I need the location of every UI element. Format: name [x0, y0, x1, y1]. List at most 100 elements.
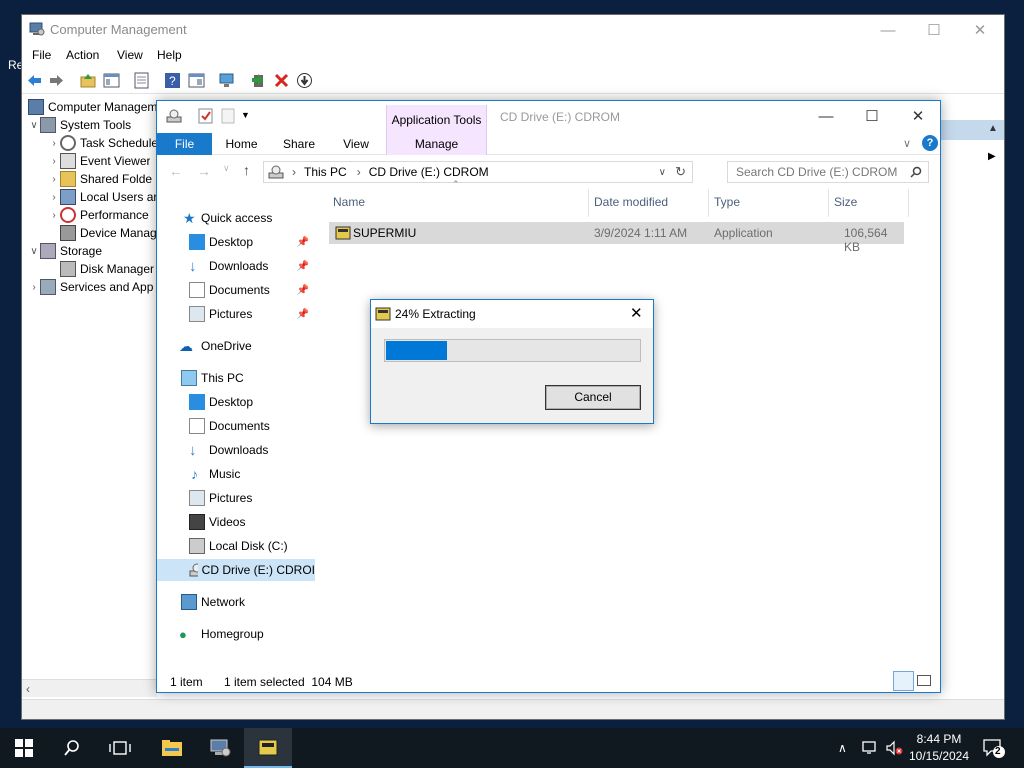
nav-item-qa-desktop[interactable]: Desktop 📌 [157, 231, 315, 253]
menu-file[interactable]: File [32, 48, 51, 62]
menu-help[interactable]: Help [157, 48, 182, 62]
address-dropdown-icon[interactable]: ∨ [659, 167, 666, 178]
tree-item-storage[interactable]: ∨ Storage [28, 242, 102, 260]
chevron-right-icon[interactable]: › [48, 156, 60, 167]
nav-item-qa-pictures[interactable]: Pictures 📌 [157, 303, 315, 325]
nav-item-pc-videos[interactable]: Videos [157, 511, 315, 533]
close-button[interactable]: ✕ [895, 101, 941, 131]
properties-check-icon[interactable] [198, 108, 214, 124]
task-view-button[interactable] [96, 728, 144, 768]
column-header-type[interactable]: Type [714, 195, 740, 209]
new-folder-icon[interactable] [221, 108, 237, 124]
refresh-icon[interactable]: ↻ [675, 164, 686, 180]
nav-item-local-disk[interactable]: Local Disk (C:) [157, 535, 315, 557]
taskbar-installer[interactable] [244, 728, 292, 768]
start-button[interactable] [0, 728, 48, 768]
quick-access-toolbar[interactable]: ▼ Application Tools CD Drive (E:) CDROM … [157, 101, 940, 133]
action-center[interactable]: 2 [982, 728, 1006, 768]
volume-tray[interactable] [885, 728, 903, 768]
tree-item-local-users[interactable]: › Local Users ar [48, 188, 157, 206]
tab-home[interactable]: Home [219, 133, 264, 155]
menu-view[interactable]: View [117, 48, 143, 62]
tree-item-event-viewer[interactable]: › Event Viewer [48, 152, 150, 170]
breadcrumb-this-pc[interactable]: This PC [304, 165, 347, 179]
chevron-right-icon[interactable]: › [48, 138, 60, 149]
search-button[interactable] [48, 728, 96, 768]
close-button[interactable]: ✕ [957, 15, 1003, 45]
back-arrow-icon[interactable] [26, 72, 43, 89]
search-box[interactable]: Search CD Drive (E:) CDROM [727, 161, 929, 183]
nav-item-cd-drive[interactable]: CD Drive (E:) CDROI [157, 559, 315, 581]
chevron-down-icon[interactable]: ∨ [28, 120, 40, 131]
up-icon[interactable]: ↑ [243, 162, 250, 178]
nav-item-onedrive[interactable]: ☁ OneDrive [157, 335, 315, 357]
clock[interactable]: 8:44 PM 10/15/2024 [904, 731, 974, 765]
recent-locations-icon[interactable]: ∨ [223, 163, 230, 174]
large-icons-view-icon[interactable] [917, 675, 931, 686]
tree-item-performance[interactable]: › Performance [48, 206, 149, 224]
chevron-right-icon[interactable]: › [28, 282, 40, 293]
tree-item-disk-management[interactable]: Disk Manager [48, 260, 154, 278]
tree-item-task-scheduler[interactable]: › Task Schedule [48, 134, 158, 152]
help-icon[interactable]: ? [164, 72, 181, 89]
connect-computer-icon[interactable] [218, 72, 235, 89]
pin-icon[interactable]: 📌 [297, 285, 309, 296]
help-icon[interactable]: ? [922, 135, 938, 151]
nav-item-network[interactable]: Network [157, 591, 315, 613]
nav-item-pc-desktop[interactable]: Desktop [157, 391, 315, 413]
nav-item-this-pc[interactable]: This PC [157, 367, 315, 389]
tree-item-services[interactable]: › Services and App [28, 278, 153, 296]
tree-item-computer-management[interactable]: Computer Managem [28, 98, 157, 116]
back-icon[interactable]: ← [169, 163, 183, 179]
properties-icon[interactable] [133, 72, 150, 89]
minimize-button[interactable]: — [803, 101, 849, 131]
close-icon[interactable]: ✕ [630, 304, 643, 322]
search-input[interactable]: Search CD Drive (E:) CDROM [736, 165, 897, 179]
breadcrumb-current[interactable]: CD Drive (E:) CDROM [369, 165, 489, 179]
chevron-right-icon[interactable]: › [48, 210, 60, 221]
expand-ribbon-icon[interactable]: ∨ [903, 137, 911, 150]
maximize-button[interactable]: ☐ [849, 101, 895, 131]
column-header-size[interactable]: Size [834, 195, 857, 209]
nav-item-qa-documents[interactable]: Documents 📌 [157, 279, 315, 301]
chevron-right-icon[interactable]: › [48, 174, 60, 185]
actions-pane-header[interactable]: ▲ [938, 120, 1004, 140]
horizontal-scrollbar[interactable]: ‹ [22, 679, 157, 697]
forward-arrow-icon[interactable] [48, 72, 65, 89]
column-header-name[interactable]: Name [333, 195, 365, 209]
taskbar-computer-management[interactable] [196, 728, 244, 768]
dialog-title-bar[interactable]: 24% Extracting ✕ [371, 300, 653, 328]
menu-action[interactable]: Action [66, 48, 99, 62]
show-hide-icon[interactable] [188, 72, 205, 89]
pin-icon[interactable]: 📌 [297, 261, 309, 272]
chevron-right-icon[interactable]: › [48, 192, 60, 203]
nav-item-pc-music[interactable]: ♪ Music [157, 463, 315, 485]
network-tray[interactable] [861, 728, 879, 768]
new-icon[interactable] [250, 72, 267, 89]
tab-file[interactable]: File [157, 133, 212, 155]
folder-up-icon[interactable] [80, 72, 97, 89]
console-tree-icon[interactable] [103, 72, 120, 89]
pin-icon[interactable]: 📌 [297, 237, 309, 248]
nav-item-homegroup[interactable]: ● Homegroup [157, 623, 315, 645]
pin-icon[interactable]: 📌 [297, 309, 309, 320]
expand-right-icon[interactable]: ▶ [988, 151, 996, 162]
chevron-down-icon[interactable]: ∨ [28, 246, 40, 257]
search-icon[interactable] [910, 166, 922, 178]
show-hidden-icons[interactable]: ∧ [838, 728, 847, 768]
tab-manage[interactable]: Manage [386, 133, 487, 155]
file-row[interactable]: SUPERMIU 3/9/2024 1:11 AM Application 10… [329, 222, 904, 254]
nav-item-qa-downloads[interactable]: ↓ Downloads 📌 [157, 255, 315, 277]
delete-icon[interactable] [273, 72, 290, 89]
maximize-button[interactable]: ☐ [911, 15, 957, 45]
title-bar[interactable]: Computer Management — ☐ ✕ [22, 15, 1004, 45]
tab-view[interactable]: View [337, 133, 375, 155]
nav-item-pc-downloads[interactable]: ↓ Downloads [157, 439, 315, 461]
collapse-up-icon[interactable]: ▲ [988, 123, 998, 134]
nav-item-quick-access[interactable]: ★ Quick access [157, 207, 315, 229]
minimize-button[interactable]: — [865, 15, 911, 45]
column-header-date[interactable]: Date modified [594, 195, 668, 209]
cancel-button[interactable]: Cancel [545, 385, 641, 410]
forward-icon[interactable]: → [197, 163, 211, 179]
details-view-icon[interactable] [893, 671, 914, 691]
